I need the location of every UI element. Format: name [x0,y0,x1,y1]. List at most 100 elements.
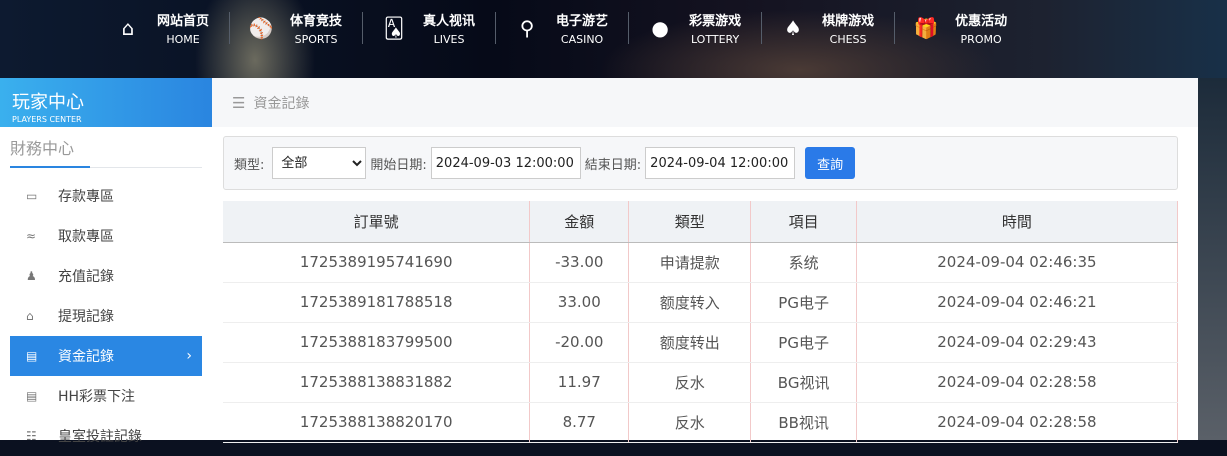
table-cell: 1725388138831882 [223,362,531,403]
filter-bar: 類型: 全部 開始日期: 結束日期: 查詢 [223,136,1178,190]
sidebar-item[interactable]: ≈ 取款專區 [10,216,202,256]
sidebar-item-icon: ♟ [26,269,37,283]
sidebar-item-label: 資金記錄 [58,349,114,365]
chess-icon: ♠ [784,16,803,40]
end-date-input[interactable] [645,147,796,179]
nav-home[interactable]: ⌂ 网站首页 HOME [115,12,231,46]
chevron-right-icon: › [186,348,192,364]
sidebar-item-icon: ▤ [26,389,38,403]
sidebar-item-label: 存款專區 [58,189,114,205]
top-banner: ⌂ 网站首页 HOME ⚾ 体育竞技 SPORTS 🂡 真人视讯 LIVES ⚲ 电子游艺 CASIN… [0,0,1227,78]
main-nav: ⌂ 网站首页 HOME ⚾ 体育竞技 SPORTS 🂡 真人视讯 LIVES ⚲ 电子游艺 CASIN… [115,12,1045,46]
type-select[interactable]: 全部 [272,147,367,179]
nav-sublabel: LIVES [433,33,465,46]
nav-sublabel: CHESS [829,33,867,46]
records-table: 訂單號 金額 類型 項目 時間 1725389195741690 -33.00 申请提款 系统… [223,201,1179,443]
table-cell: 系统 [750,242,857,283]
sidebar-item-label: 取款專區 [58,229,114,245]
players-center-header: 玩家中心 PLAYERS CENTER [0,78,212,127]
nav-label: 电子游艺 [556,14,609,29]
sidebar: 玩家中心 PLAYERS CENTER 財務中心 ▭ 存款專區 ≈ 取款專區 ♟ 充值記錄… [0,78,212,445]
menu-icon[interactable]: ☰ [232,94,245,112]
type-label: 類型: [234,157,265,173]
column-header[interactable]: 項目 [750,201,857,243]
nav-sublabel: CASINO [560,33,604,46]
sidebar-item-label: 充值記錄 [58,269,114,285]
sidebar-item-icon: ☷ [26,429,37,443]
table-row: 1725389181788518 33.00 额度转入 PG电子 2024-09-04 … [223,282,1179,323]
sidebar-item-icon: ▭ [26,189,38,203]
table-row: 1725389195741690 -33.00 申请提款 系统 2024-09-04 0… [223,242,1179,283]
nav-label: 真人视讯 [423,14,476,29]
nav-sublabel: LOTTERY [690,33,740,46]
sidebar-item[interactable]: ▤ 資金記錄 › [10,336,202,376]
table-cell: BB视讯 [750,402,857,443]
sidebar-item-icon: ⌂ [26,309,34,323]
section-title-text: 財務中心 [10,139,75,158]
nav-chess[interactable]: ♠ 棋牌游戏 CHESS [780,12,896,46]
table-cell: 申请提款 [628,242,752,283]
nav-casino[interactable]: ⚲ 电子游艺 CASINO [514,12,630,46]
start-date-label: 開始日期: [370,157,427,173]
table-cell: 2024-09-04 02:46:21 [856,282,1179,323]
sidebar-item-icon: ≈ [26,229,37,243]
table-cell: -33.00 [529,242,630,283]
nav-promo[interactable]: 🎁 优惠活动 PROMO [913,12,1027,46]
query-button[interactable]: 查詢 [805,147,856,179]
casino-icon: ⚲ [519,16,535,40]
sidebar-menu: ▭ 存款專區 ≈ 取款專區 ♟ 充值記錄 ⌂ 提現記錄 ▤ 資金記錄 › ▤ HH彩票下注 ☷ 皇室投註記錄 [0,176,212,456]
column-header[interactable]: 訂單號 [223,201,531,243]
end-date-label: 結束日期: [584,157,642,173]
column-header[interactable]: 時間 [856,201,1179,243]
table-cell: 反水 [628,362,752,403]
table-cell: 8.77 [529,402,630,443]
table-cell: PG电子 [750,322,857,363]
sidebar-item-label: HH彩票下注 [58,389,136,405]
sidebar-item-label: 皇室投註記錄 [58,429,142,445]
lottery-icon: ● [651,16,669,40]
table-cell: 2024-09-04 02:28:58 [856,362,1179,403]
table-cell: 1725388138820170 [223,402,531,443]
sidebar-item[interactable]: ☷ 皇室投註記錄 [10,416,202,456]
nav-lottery[interactable]: ● 彩票游戏 LOTTERY [647,12,763,46]
nav-sports[interactable]: ⚾ 体育竞技 SPORTS [248,12,364,46]
table-cell: 2024-09-04 02:29:43 [856,322,1179,363]
sports-icon: ⚾ [248,16,274,40]
table-cell: 2024-09-04 02:28:58 [856,402,1179,443]
table-cell: 额度转出 [628,322,752,363]
table-row: 1725388138831882 11.97 反水 BG视讯 2024-09-04 02… [223,362,1179,403]
table-cell: BG视讯 [750,362,857,403]
players-center-title: 玩家中心 [12,92,84,113]
section-title: 財務中心 [10,135,202,168]
table-cell: 1725389181788518 [223,282,531,323]
table-cell: 11.97 [529,362,630,403]
nav-lives[interactable]: 🂡 真人视讯 LIVES [381,12,497,46]
table-cell: 1725389195741690 [223,242,531,283]
sidebar-item[interactable]: ⌂ 提現記錄 [10,296,202,336]
nav-label: 彩票游戏 [689,14,742,29]
breadcrumb: ☰ 資金記錄 [212,78,1198,127]
table-row: 1725388183799500 -20.00 额度转出 PG电子 2024-09-04… [223,322,1179,363]
table-cell: PG电子 [750,282,857,323]
column-header[interactable]: 金額 [529,201,630,243]
players-center-subtitle: PLAYERS CENTER [12,115,82,124]
main-content: ☰ 資金記錄 類型: 全部 開始日期: 結束日期: 查詢 訂單號金額類型項目時間 … [212,78,1198,443]
nav-sublabel: PROMO [960,33,1002,46]
sidebar-item-label: 提現記錄 [58,309,114,325]
table-cell: 1725388183799500 [223,322,531,363]
table-cell: 2024-09-04 02:46:35 [856,242,1179,283]
sidebar-item[interactable]: ▭ 存款專區 [10,176,202,216]
home-icon: ⌂ [121,16,135,40]
lives-icon: 🂡 [383,16,405,40]
sidebar-item[interactable]: ♟ 充值記錄 [10,256,202,296]
table-cell: 反水 [628,402,752,443]
sidebar-item[interactable]: ▤ HH彩票下注 [10,376,202,416]
start-date-input[interactable] [430,147,581,179]
nav-label: 体育竞技 [290,14,343,29]
nav-sublabel: HOME [166,33,200,46]
nav-label: 网站首页 [157,14,210,29]
breadcrumb-text: 資金記錄 [253,95,310,112]
nav-sublabel: SPORTS [294,33,338,46]
table-header: 訂單號 金額 類型 項目 時間 [223,201,1179,243]
column-header[interactable]: 類型 [628,201,752,243]
